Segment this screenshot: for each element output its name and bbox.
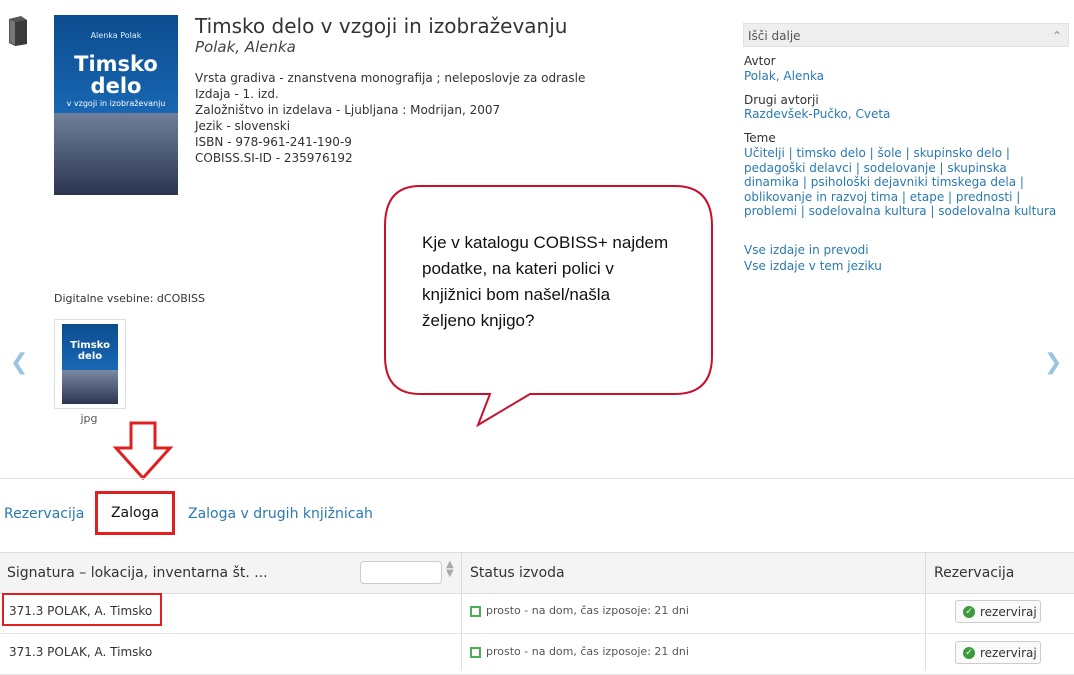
- search-more-label: Išči dalje: [748, 29, 801, 43]
- author-link[interactable]: Polak, Alenka: [744, 69, 824, 84]
- topics-links[interactable]: Učitelji | timsko delo | šole | skupinsk…: [744, 146, 1056, 219]
- cover-photo: [54, 113, 178, 195]
- meta-language: Jezik - slovenski: [195, 119, 291, 133]
- record-metadata: Vrsta gradiva - znanstvena monografija ;…: [195, 70, 585, 166]
- reserve-button[interactable]: ✓ rezerviraj: [955, 600, 1041, 623]
- table-header: Signatura – lokacija, inventarna št. ...…: [0, 552, 1074, 594]
- meta-edition: Izdaja - 1. izd.: [195, 87, 279, 101]
- chevron-left-icon[interactable]: ❮: [10, 350, 28, 375]
- author-label: Avtor: [744, 54, 776, 68]
- bubble-text: Kje v katalogu COBISS+ najdem podatke, n…: [422, 233, 669, 330]
- cover-title: Timsko delo: [74, 52, 158, 98]
- header-status: Status izvoda: [470, 565, 565, 581]
- tab-bar-divider: [0, 478, 1074, 479]
- status-cell: prosto - na dom, čas izposoje: 21 dni: [486, 604, 689, 617]
- sort-icon[interactable]: ▲ ▼: [446, 560, 454, 579]
- cover-author: Alenka Polak: [90, 31, 142, 40]
- all-language-editions-link[interactable]: Vse izdaje v tem jeziku: [744, 259, 882, 274]
- tab-holdings-other-libraries[interactable]: Zaloga v drugih knjižnicah: [188, 506, 373, 522]
- check-circle-icon: ✓: [963, 647, 975, 659]
- search-more-panel[interactable]: Išči dalje ⌃: [743, 23, 1069, 47]
- signature-cell: 371.3 POLAK, A. Timsko: [9, 645, 153, 659]
- record-author: Polak, Alenka: [195, 38, 296, 56]
- topics-label: Teme: [744, 131, 776, 145]
- digital-thumbnail[interactable]: Timsko delo: [54, 319, 126, 409]
- header-reservation: Rezervacija: [934, 565, 1015, 581]
- meta-cobiss-id: COBISS.SI-ID - 235976192: [195, 151, 353, 165]
- signature-filter-input[interactable]: [360, 561, 442, 584]
- check-circle-icon: ✓: [963, 606, 975, 618]
- table-row: 371.3 POLAK, A. Timsko prosto - na dom, …: [0, 634, 1074, 675]
- status-cell: prosto - na dom, čas izposoje: 21 dni: [486, 645, 689, 658]
- tab-reservation[interactable]: Rezervacija: [4, 506, 84, 522]
- other-authors-label: Drugi avtorji: [744, 93, 819, 107]
- meta-isbn: ISBN - 978-961-241-190-9: [195, 135, 352, 149]
- meta-type: Vrsta gradiva - znanstvena monografija ;…: [195, 71, 586, 85]
- signature-highlight: [2, 593, 162, 626]
- status-square-icon: [470, 647, 481, 658]
- chevron-up-icon[interactable]: ⌃: [1052, 24, 1062, 48]
- book-icon: [9, 16, 27, 46]
- status-square-icon: [470, 606, 481, 617]
- digital-content-label: Digitalne vsebine: dCOBISS: [54, 292, 205, 305]
- tab-holdings[interactable]: Zaloga: [95, 491, 175, 535]
- header-signature[interactable]: Signatura – lokacija, inventarna št. ...: [7, 565, 268, 581]
- all-editions-link[interactable]: Vse izdaje in prevodi: [744, 243, 869, 258]
- record-title: Timsko delo v vzgoji in izobraževanju: [195, 14, 568, 38]
- reserve-button[interactable]: ✓ rezerviraj: [955, 641, 1041, 664]
- chevron-right-icon[interactable]: ❯: [1044, 350, 1062, 375]
- meta-publisher: Založništvo in izdelava - Ljubljana : Mo…: [195, 103, 501, 117]
- cover-subtitle: v vzgoji in izobraževanju: [66, 99, 166, 108]
- arrow-down-icon: [112, 421, 174, 481]
- book-cover[interactable]: Alenka Polak Timsko delo v vzgoji in izo…: [54, 15, 178, 195]
- other-author-link[interactable]: Razdevšek-Pučko, Cveta: [744, 107, 890, 122]
